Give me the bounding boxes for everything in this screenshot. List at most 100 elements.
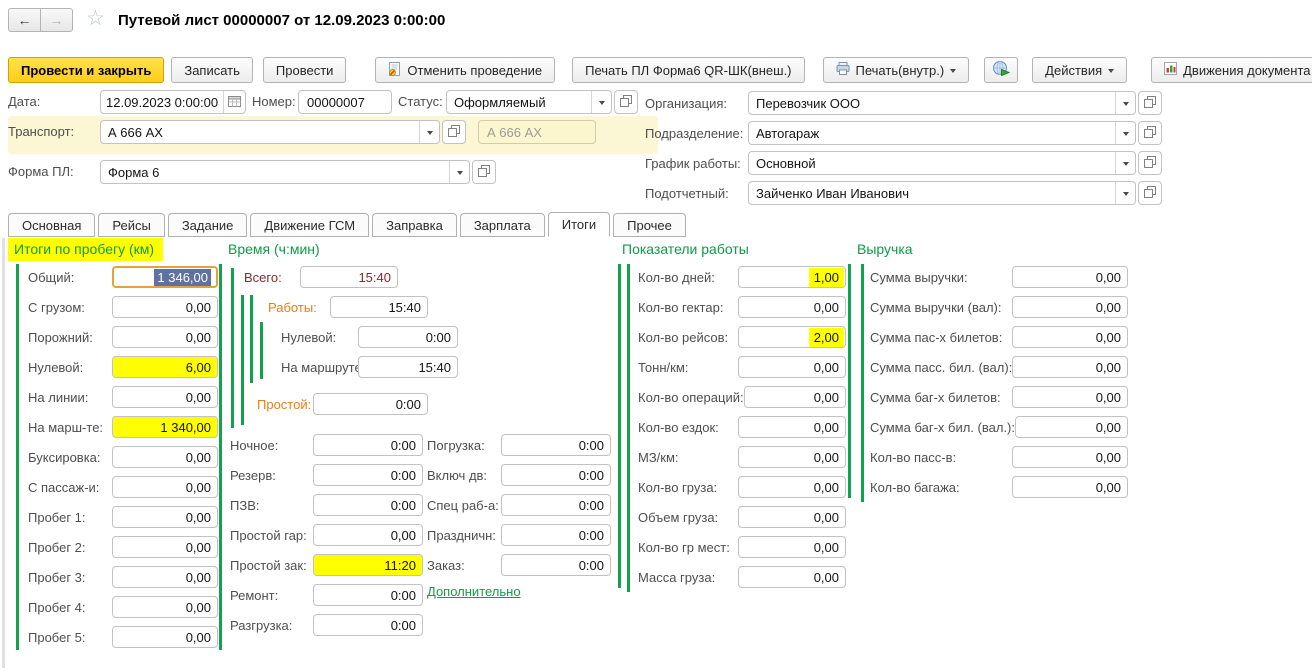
numeric-field[interactable]: 0:00 xyxy=(501,494,611,516)
numeric-field[interactable]: 0,00 xyxy=(112,296,218,318)
form-open-button[interactable] xyxy=(472,160,496,184)
numeric-field[interactable]: 0:00 xyxy=(313,584,423,606)
tab[interactable]: Движение ГСМ xyxy=(250,213,369,237)
open-icon xyxy=(1144,156,1156,171)
forward-button[interactable]: → xyxy=(40,8,73,32)
date-field[interactable]: 12.09.2023 0:00:00 xyxy=(100,90,246,114)
numeric-field[interactable]: 0,00 xyxy=(1015,416,1128,438)
numeric-field[interactable]: 0,00 xyxy=(1012,326,1128,348)
numeric-field[interactable]: 0,00 xyxy=(744,386,846,408)
numeric-field[interactable]: 0,00 xyxy=(738,416,846,438)
numeric-field[interactable]: 0,00 xyxy=(1012,266,1128,288)
numeric-field[interactable]: 1,00 xyxy=(738,266,846,288)
combo-field[interactable]: Автогараж xyxy=(748,121,1136,145)
numeric-field[interactable]: 0,00 xyxy=(112,326,218,348)
favorite-star-icon[interactable]: ☆ xyxy=(86,7,105,31)
combo-field[interactable]: Основной xyxy=(748,151,1136,175)
numeric-field[interactable]: 0,00 xyxy=(1012,386,1128,408)
numeric-field[interactable]: 0:00 xyxy=(313,464,423,486)
open-button[interactable] xyxy=(1138,151,1162,175)
numeric-field[interactable]: 0,00 xyxy=(738,536,846,558)
tab[interactable]: Прочее xyxy=(613,213,686,237)
numeric-field[interactable]: 0,00 xyxy=(738,476,846,498)
more-link[interactable]: Дополнительно xyxy=(427,584,521,599)
numeric-field[interactable]: 0,00 xyxy=(313,524,423,546)
numeric-field[interactable]: 1 340,00 xyxy=(112,416,218,438)
chevron-down-icon[interactable] xyxy=(1115,152,1135,174)
open-button[interactable] xyxy=(1138,121,1162,145)
chevron-down-icon[interactable] xyxy=(1115,92,1135,114)
numeric-field[interactable]: 0:00 xyxy=(501,464,611,486)
numeric-field[interactable]: 0,00 xyxy=(112,386,218,408)
numeric-field[interactable]: 0:00 xyxy=(501,554,611,576)
numeric-field[interactable]: 0,00 xyxy=(1012,476,1128,498)
transport-open-button[interactable] xyxy=(442,120,466,144)
time-work-field[interactable]: 15:40 xyxy=(330,296,428,318)
numeric-field[interactable]: 0,00 xyxy=(112,596,218,618)
time-total-field[interactable]: 15:40 xyxy=(300,266,398,288)
time-route-field[interactable]: 15:40 xyxy=(358,356,458,378)
numeric-field[interactable]: 0,00 xyxy=(112,536,218,558)
numeric-field[interactable]: 0:00 xyxy=(501,524,611,546)
numeric-field[interactable]: 0:00 xyxy=(313,614,423,636)
chevron-down-icon[interactable] xyxy=(449,161,469,183)
numeric-field[interactable]: 0,00 xyxy=(738,566,846,588)
transport-combo[interactable]: А 666 АХ xyxy=(100,120,440,144)
related-documents-button[interactable] xyxy=(984,57,1018,83)
cancel-posting-button[interactable]: Отменить проведение xyxy=(375,57,555,83)
numeric-field[interactable]: 0,00 xyxy=(112,506,218,528)
actions-button[interactable]: Действия xyxy=(1032,57,1127,83)
number-field[interactable]: 00000007 xyxy=(298,90,392,114)
field-label: Сумма выручки: xyxy=(870,270,968,285)
performance-row: Масса груза: 0,00 xyxy=(622,562,848,592)
numeric-field[interactable]: 0,00 xyxy=(1012,296,1128,318)
combo-field[interactable]: Перевозчик ООО xyxy=(748,91,1136,115)
mileage-row: Нулевой: 6,00 xyxy=(8,352,218,382)
tab[interactable]: Основная xyxy=(8,213,95,237)
open-button[interactable] xyxy=(1138,91,1162,115)
chevron-down-icon[interactable] xyxy=(1115,122,1135,144)
numeric-field[interactable]: 0,00 xyxy=(1012,356,1128,378)
numeric-field[interactable]: 0,00 xyxy=(738,446,846,468)
numeric-field[interactable]: 0,00 xyxy=(738,506,846,528)
time-zero-field[interactable]: 0:00 xyxy=(358,326,458,348)
numeric-field[interactable]: 0:00 xyxy=(313,494,423,516)
document-movements-button[interactable]: Движения документа xyxy=(1151,57,1312,83)
chevron-down-icon[interactable] xyxy=(591,91,611,113)
status-open-button[interactable] xyxy=(614,90,638,114)
form-combo[interactable]: Форма 6 xyxy=(100,160,470,184)
numeric-field[interactable]: 6,00 xyxy=(112,356,218,378)
time-idle-field[interactable]: 0:00 xyxy=(313,393,428,415)
tab[interactable]: Рейсы xyxy=(98,213,164,237)
field-label: Кол-во ездок: xyxy=(638,420,719,435)
numeric-field[interactable]: 0,00 xyxy=(112,626,218,648)
numeric-field[interactable]: 0,00 xyxy=(1012,446,1128,468)
numeric-field[interactable]: 0:00 xyxy=(313,434,423,456)
tab[interactable]: Заправка xyxy=(372,213,457,237)
numeric-field[interactable]: 11:20 xyxy=(313,554,423,576)
numeric-field[interactable]: 0:00 xyxy=(501,434,611,456)
tab[interactable]: Итоги xyxy=(548,212,610,237)
chevron-down-icon[interactable] xyxy=(419,121,439,143)
print-internal-button[interactable]: Печать(внутр.) xyxy=(823,57,970,83)
post-button[interactable]: Провести xyxy=(263,57,347,83)
open-button[interactable] xyxy=(1138,181,1162,205)
tab[interactable]: Задание xyxy=(168,213,248,237)
numeric-field[interactable]: 0,00 xyxy=(112,566,218,588)
numeric-field[interactable]: 0,00 xyxy=(112,446,218,468)
chevron-down-icon[interactable] xyxy=(1115,182,1135,204)
numeric-field[interactable]: 0,00 xyxy=(738,296,846,318)
calendar-button[interactable] xyxy=(223,91,245,113)
back-button[interactable]: ← xyxy=(8,8,41,32)
numeric-field[interactable]: 1 346,00 xyxy=(112,266,218,288)
open-icon xyxy=(1144,186,1156,201)
combo-field[interactable]: Зайченко Иван Иванович xyxy=(748,181,1136,205)
numeric-field[interactable]: 2,00 xyxy=(738,326,846,348)
numeric-field[interactable]: 0,00 xyxy=(738,356,846,378)
status-combo[interactable]: Оформляемый xyxy=(446,90,612,114)
numeric-field[interactable]: 0,00 xyxy=(112,476,218,498)
post-and-close-button[interactable]: Провести и закрыть xyxy=(8,57,164,83)
save-button[interactable]: Записать xyxy=(171,57,253,83)
tab[interactable]: Зарплата xyxy=(460,213,545,237)
print-external-button[interactable]: Печать ПЛ Форма6 QR-ШК(внеш.) xyxy=(572,57,804,83)
